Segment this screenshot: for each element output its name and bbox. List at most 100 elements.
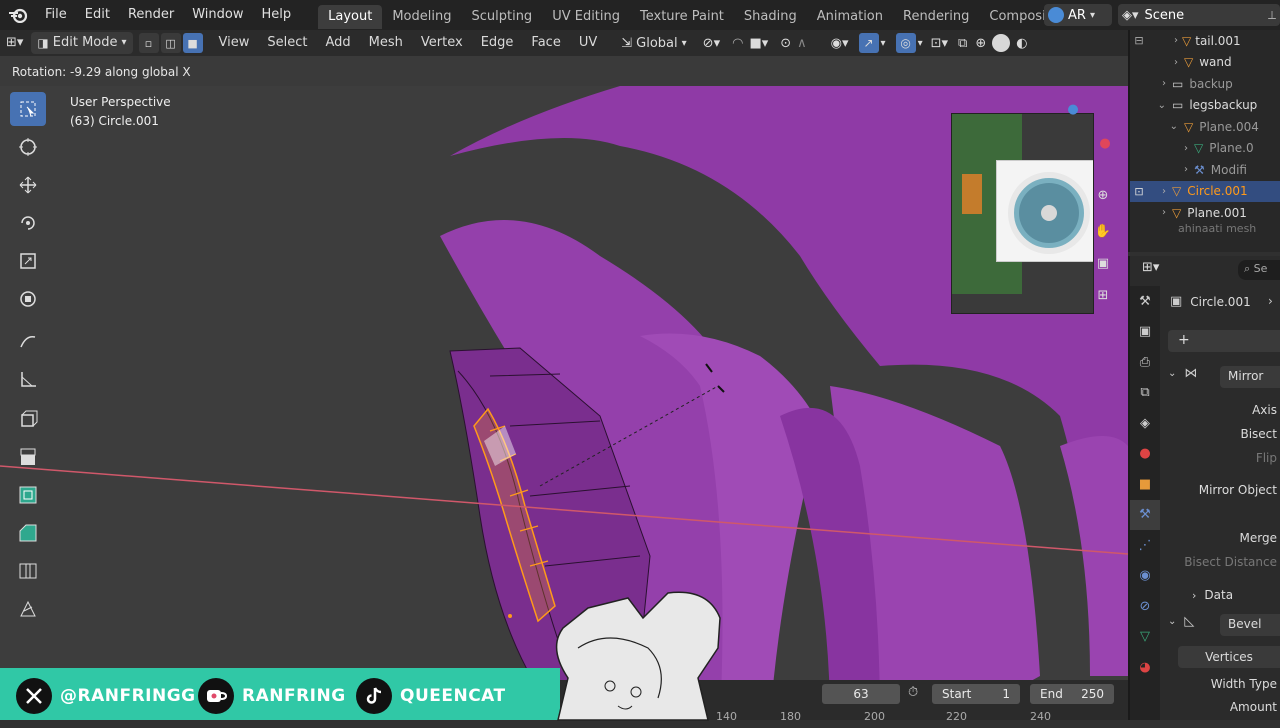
outliner-row-selected[interactable]: ⊡ › ▽ Circle.001	[1130, 180, 1280, 202]
mirror-name-field[interactable]: Mirror	[1220, 366, 1280, 388]
menu-window[interactable]: Window	[183, 0, 252, 30]
gizmo-z-axis-icon[interactable]: ●	[1064, 100, 1082, 118]
menu-file[interactable]: File	[36, 0, 76, 30]
snap-target-icon[interactable]: ■▾	[749, 36, 768, 51]
data-panel-header[interactable]: › Data	[1192, 588, 1233, 602]
language-selector[interactable]: AR ▾	[1044, 4, 1112, 26]
start-frame-field[interactable]: Start 1	[932, 684, 1020, 704]
filter-icon[interactable]: ⊟	[1130, 34, 1148, 47]
pan-hand-icon[interactable]: ✋	[1094, 222, 1112, 240]
expand-arrow-icon[interactable]: ›	[1148, 35, 1178, 46]
vertices-button[interactable]: Vertices	[1178, 646, 1280, 668]
current-frame-field[interactable]: 63	[822, 684, 900, 704]
falloff-icon[interactable]: ∧	[797, 36, 807, 51]
bevel-icon[interactable]	[10, 516, 46, 550]
tab-rendering[interactable]: Rendering	[893, 5, 979, 29]
menu-select[interactable]: Select	[259, 32, 315, 54]
mode-selector[interactable]: ◨ Edit Mode ▾	[31, 32, 133, 54]
expand-arrow-icon[interactable]: ›	[1130, 164, 1188, 175]
scene-selector[interactable]: ◈▾ Scene ⟂	[1118, 4, 1280, 26]
expand-arrow-icon[interactable]: ›	[1130, 78, 1166, 89]
object-tab-icon[interactable]: ■	[1130, 469, 1160, 500]
search-input[interactable]: ⌕ Se	[1238, 260, 1280, 280]
blender-logo-icon[interactable]	[0, 0, 36, 30]
transform-icon[interactable]	[10, 282, 46, 316]
add-modifier-button[interactable]: +	[1168, 330, 1280, 352]
menu-edit[interactable]: Edit	[76, 0, 119, 30]
world-tab-icon[interactable]: ●	[1130, 439, 1160, 470]
chevron-down-icon[interactable]: ▾	[881, 38, 886, 49]
view-layer-tab-icon[interactable]: ⧉	[1130, 378, 1160, 409]
bevel-name-field[interactable]: Bevel	[1220, 614, 1280, 636]
editor-type-icon[interactable]: ⊞▾	[0, 32, 29, 54]
output-tab-icon[interactable]: ⎙	[1130, 347, 1160, 378]
gizmo-icon[interactable]: ↗	[858, 33, 879, 53]
tab-shading[interactable]: Shading	[734, 5, 807, 29]
measure-icon[interactable]	[10, 362, 46, 396]
expand-arrow-icon[interactable]: ›	[1130, 57, 1178, 68]
annotate-icon[interactable]	[10, 324, 46, 358]
expand-arrow-icon[interactable]: ⌄	[1130, 121, 1178, 132]
outliner-row[interactable]: › ▽ Plane.001	[1130, 202, 1280, 224]
end-frame-field[interactable]: End 250	[1030, 684, 1114, 704]
xray-icon[interactable]: ⧉	[958, 36, 967, 51]
scene-tab-icon[interactable]: ◈	[1130, 408, 1160, 439]
snap-icon[interactable]: ◠	[732, 36, 743, 51]
wireframe-shading-icon[interactable]: ⊕	[975, 36, 986, 51]
modifier-tab-icon[interactable]: ⚒	[1130, 499, 1160, 530]
overlay-icon[interactable]: ◎	[895, 33, 916, 53]
chevron-down-icon[interactable]: ▾	[918, 38, 923, 49]
outliner-row[interactable]: › ▽ wand	[1130, 52, 1280, 74]
outliner-row[interactable]: ⌄ ▽ Plane.004	[1130, 116, 1280, 138]
outliner-row[interactable]: › ▽ Plane.0	[1130, 138, 1280, 160]
edge-select-icon[interactable]: ◫	[160, 33, 181, 53]
expand-arrow-icon[interactable]: ›	[1130, 143, 1188, 154]
inset-icon[interactable]	[10, 478, 46, 512]
tab-texture-paint[interactable]: Texture Paint	[630, 5, 734, 29]
outliner-row[interactable]: › ⚒ Modifi	[1130, 159, 1280, 181]
outliner-row[interactable]: ⊟ › ▽ tail.001	[1130, 30, 1280, 52]
select-box-icon[interactable]	[10, 92, 46, 126]
menu-face[interactable]: Face	[523, 32, 568, 54]
tab-sculpting[interactable]: Sculpting	[461, 5, 542, 29]
gizmo-x-axis-icon[interactable]: ●	[1096, 134, 1114, 152]
expand-arrow-icon[interactable]: ›	[1148, 186, 1166, 197]
data-tab-icon[interactable]: ▽	[1130, 622, 1160, 653]
menu-uv[interactable]: UV	[571, 32, 605, 54]
extrude-icon[interactable]	[10, 440, 46, 474]
stopwatch-icon[interactable]: ⏱	[908, 685, 918, 700]
grid-icon[interactable]: ⊞	[1094, 286, 1112, 304]
material-tab-icon[interactable]: ◕	[1130, 652, 1160, 683]
constraints-tab-icon[interactable]: ⊘	[1130, 591, 1160, 622]
expand-arrow-icon[interactable]: ›	[1130, 207, 1166, 218]
material-shading-icon[interactable]: ◐	[1016, 36, 1027, 51]
orientation-selector[interactable]: ⇲ Global ▾	[621, 36, 686, 51]
vertex-select-icon[interactable]: ▫	[138, 33, 159, 53]
chevron-down-icon[interactable]: ⌄	[1168, 368, 1176, 379]
menu-edge[interactable]: Edge	[473, 32, 522, 54]
mirror-modifier-header[interactable]: ⌄ ⋈	[1168, 366, 1197, 381]
render-tab-icon[interactable]: ▣	[1130, 317, 1160, 348]
tab-layout[interactable]: Layout	[318, 4, 383, 29]
outliner-row[interactable]: ahinaati mesh	[1130, 224, 1280, 234]
menu-add[interactable]: Add	[318, 32, 359, 54]
menu-help[interactable]: Help	[253, 0, 301, 30]
rotate-icon[interactable]	[10, 206, 46, 240]
knife-icon[interactable]	[10, 592, 46, 626]
menu-view[interactable]: View	[211, 32, 258, 54]
proportional-edit-icon[interactable]: ⊙	[780, 36, 791, 51]
tab-modeling[interactable]: Modeling	[382, 5, 461, 29]
face-select-icon[interactable]: ■	[182, 33, 203, 53]
camera-icon[interactable]: ▣	[1094, 254, 1112, 272]
mesh-overlay-icon[interactable]: ⊡▾	[931, 36, 948, 51]
chevron-right-icon[interactable]: ›	[1192, 589, 1196, 602]
outliner-row[interactable]: › ▭ backup	[1130, 73, 1280, 95]
editor-type-icon[interactable]: ⊞▾	[1142, 260, 1159, 275]
pivot-icon[interactable]: ⊘▾	[703, 36, 720, 51]
menu-vertex[interactable]: Vertex	[413, 32, 471, 54]
visibility-icon[interactable]: ◉▾	[831, 36, 849, 51]
expand-arrow-icon[interactable]: ⌄	[1130, 100, 1166, 111]
cursor-icon[interactable]	[10, 130, 46, 164]
move-icon[interactable]	[10, 168, 46, 202]
solid-shading-icon[interactable]	[992, 34, 1011, 52]
